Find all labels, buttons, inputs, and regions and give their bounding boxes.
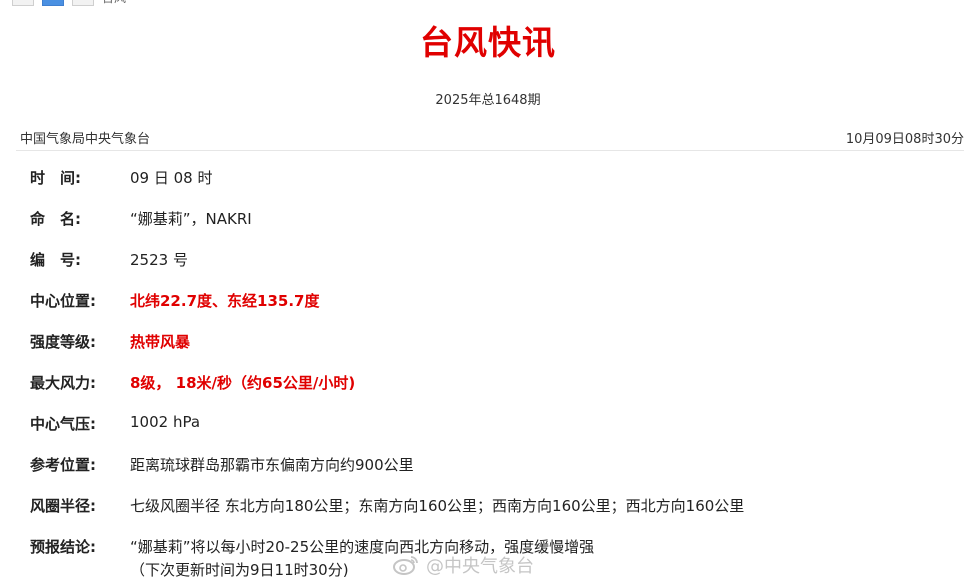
value-name: “娜基莉”，NAKRI xyxy=(130,210,252,228)
label-wind-radius: 风圈半径: xyxy=(30,497,96,515)
label-intensity: 强度等级: xyxy=(30,333,96,351)
page-title: 台风快讯 xyxy=(420,23,556,62)
forecast-line-1: “娜基莉”将以每小时20-25公里的速度向西北方向移动，强度缓慢增强 xyxy=(130,538,595,556)
row-reference-position: 参考位置: 距离琉球群岛那霸市东偏南方向约900公里 xyxy=(30,454,960,495)
issue-timestamp: 10月09日08时30分 xyxy=(845,132,964,147)
header-divider xyxy=(16,150,964,151)
toolbar-chip-active[interactable] xyxy=(42,0,64,6)
label-time: 时 间: xyxy=(30,169,81,187)
issue-number: 2025年总1648期 xyxy=(435,93,541,108)
top-toolbar: 台风 xyxy=(0,0,126,6)
value-center-position: 北纬22.7度、东经135.7度 xyxy=(130,292,320,310)
typhoon-info-table: 时 间: 09 日 08 时 命 名: “娜基莉”，NAKRI 编 号: 252… xyxy=(30,167,960,584)
row-name: 命 名: “娜基莉”，NAKRI xyxy=(30,208,960,249)
label-pressure: 中心气压: xyxy=(30,415,96,433)
toolbar-chip[interactable] xyxy=(72,0,94,6)
row-pressure: 中心气压: 1002 hPa xyxy=(30,413,960,454)
row-forecast: 预报结论: “娜基莉”将以每小时20-25公里的速度向西北方向移动，强度缓慢增强… xyxy=(30,536,960,584)
label-number: 编 号: xyxy=(30,251,81,269)
label-reference-position: 参考位置: xyxy=(30,456,96,474)
value-forecast: “娜基莉”将以每小时20-25公里的速度向西北方向移动，强度缓慢增强 （下次更新… xyxy=(130,536,594,580)
label-max-wind: 最大风力: xyxy=(30,374,96,392)
toolbar-chip[interactable] xyxy=(12,0,34,6)
label-forecast: 预报结论: xyxy=(30,538,96,556)
value-number: 2523 号 xyxy=(130,251,188,269)
label-center-position: 中心位置: xyxy=(30,292,96,310)
row-center-position: 中心位置: 北纬22.7度、东经135.7度 xyxy=(30,290,960,331)
row-intensity: 强度等级: 热带风暴 xyxy=(30,331,960,372)
row-number: 编 号: 2523 号 xyxy=(30,249,960,290)
row-wind-radius: 风圈半径: 七级风圈半径 东北方向180公里；东南方向160公里；西南方向160… xyxy=(30,495,960,536)
value-time: 09 日 08 时 xyxy=(130,169,213,187)
toolbar-text: 台风 xyxy=(102,0,126,6)
value-reference-position: 距离琉球群岛那霸市东偏南方向约900公里 xyxy=(130,456,414,474)
value-intensity: 热带风暴 xyxy=(130,333,191,351)
value-pressure: 1002 hPa xyxy=(130,413,201,431)
value-wind-radius: 七级风圈半径 东北方向180公里；东南方向160公里；西南方向160公里；西北方… xyxy=(130,497,745,515)
label-name: 命 名: xyxy=(30,210,81,228)
forecast-line-2: （下次更新时间为9日11时30分) xyxy=(130,561,349,579)
row-time: 时 间: 09 日 08 时 xyxy=(30,167,960,208)
value-max-wind: 8级， 18米/秒（约65公里/小时) xyxy=(130,374,356,392)
row-max-wind: 最大风力: 8级， 18米/秒（约65公里/小时) xyxy=(30,372,960,413)
agency-name: 中国气象局中央气象台 xyxy=(20,132,151,147)
